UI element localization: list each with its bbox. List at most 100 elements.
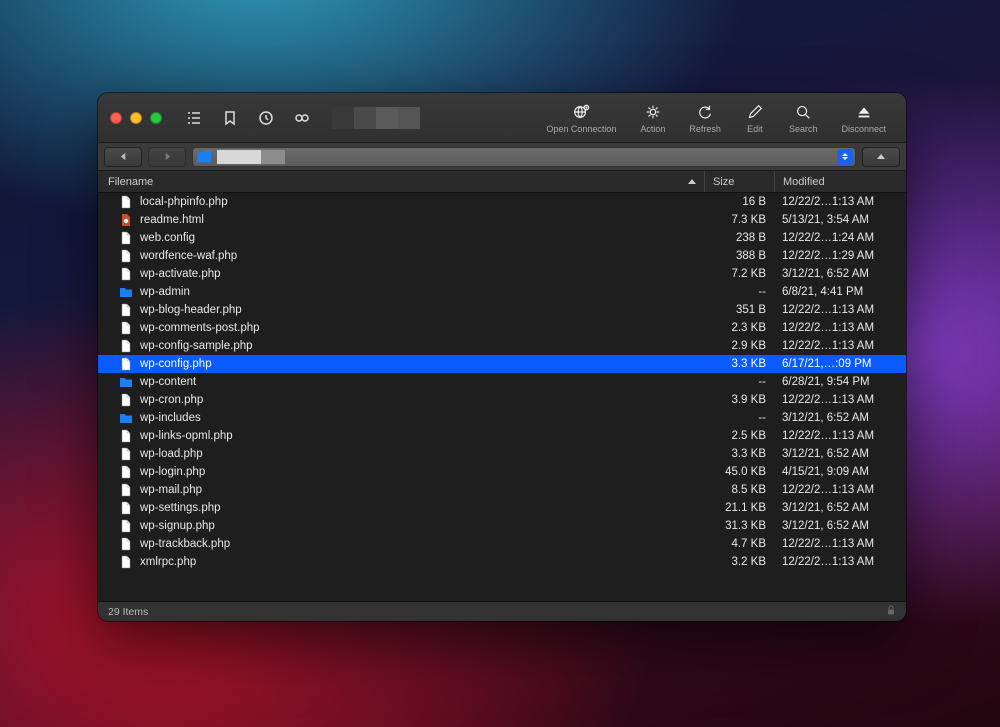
file-row[interactable]: wordfence-waf.php388 B12/22/2…1:29 AM [98,247,906,265]
file-row[interactable]: wp-links-opml.php2.5 KB12/22/2…1:13 AM [98,427,906,445]
file-name: wordfence-waf.php [140,250,704,262]
action-button[interactable]: Action [632,102,673,134]
lock-icon [886,605,896,618]
folder-icon [197,151,211,163]
outline-view-icon[interactable] [180,105,208,131]
file-name: xmlrpc.php [140,556,704,568]
close-button[interactable] [110,112,122,124]
zoom-button[interactable] [150,112,162,124]
forward-button[interactable] [148,147,186,167]
file-row[interactable]: local-phpinfo.php16 B12/22/2…1:13 AM [98,193,906,211]
file-row[interactable]: wp-config.php3.3 KB6/17/21,…:09 PM [98,355,906,373]
file-size: -- [704,286,774,298]
file-row[interactable]: wp-comments-post.php2.3 KB12/22/2…1:13 A… [98,319,906,337]
file-name: wp-blog-header.php [140,304,704,316]
disconnect-label: Disconnect [841,124,886,134]
search-label: Search [789,124,818,134]
open-connection-label: Open Connection [546,124,616,134]
file-row[interactable]: wp-mail.php8.5 KB12/22/2…1:13 AM [98,481,906,499]
file-modified: 12/22/2…1:24 AM [774,232,906,244]
file-row[interactable]: wp-config-sample.php2.9 KB12/22/2…1:13 A… [98,337,906,355]
search-button[interactable]: Search [781,102,826,134]
file-size: 8.5 KB [704,484,774,496]
column-headers: Filename Size Modified [98,171,906,193]
path-field[interactable] [192,147,856,167]
eject-icon [854,102,874,122]
file-icon [118,357,134,371]
file-row[interactable]: web.config238 B12/22/2…1:24 AM [98,229,906,247]
open-connection-button[interactable]: Open Connection [538,102,624,134]
file-modified: 12/22/2…1:13 AM [774,394,906,406]
file-name: wp-trackback.php [140,538,704,550]
bookmarks-icon[interactable] [216,105,244,131]
file-name: web.config [140,232,704,244]
bonjour-icon[interactable] [288,105,316,131]
header-modified[interactable]: Modified [774,171,906,192]
file-row[interactable]: wp-login.php45.0 KB4/15/21, 9:09 AM [98,463,906,481]
folder-icon [118,285,134,299]
file-name: wp-content [140,376,704,388]
edit-button[interactable]: Edit [737,102,773,134]
folder-icon [118,375,134,389]
file-name: wp-config-sample.php [140,340,704,352]
file-modified: 4/15/21, 9:09 AM [774,466,906,478]
file-modified: 12/22/2…1:13 AM [774,538,906,550]
file-icon [118,339,134,353]
status-bar: 29 Items [98,601,906,621]
file-icon [118,321,134,335]
file-size: 21.1 KB [704,502,774,514]
pencil-icon [745,102,765,122]
file-row[interactable]: wp-signup.php31.3 KB3/12/21, 6:52 AM [98,517,906,535]
file-row[interactable]: wp-load.php3.3 KB3/12/21, 6:52 AM [98,445,906,463]
history-icon[interactable] [252,105,280,131]
file-icon [118,267,134,281]
header-filename[interactable]: Filename [108,176,704,188]
file-icon [118,195,134,209]
file-row[interactable]: wp-includes--3/12/21, 6:52 AM [98,409,906,427]
header-filename-label: Filename [108,176,153,188]
file-icon [118,501,134,515]
file-size: -- [704,412,774,424]
file-modified: 6/28/21, 9:54 PM [774,376,906,388]
file-size: 2.9 KB [704,340,774,352]
refresh-icon [695,102,715,122]
file-name: wp-mail.php [140,484,704,496]
file-modified: 12/22/2…1:13 AM [774,304,906,316]
file-row[interactable]: wp-activate.php7.2 KB3/12/21, 6:52 AM [98,265,906,283]
refresh-label: Refresh [689,124,721,134]
file-name: wp-activate.php [140,268,704,280]
file-modified: 3/12/21, 6:52 AM [774,502,906,514]
minimize-button[interactable] [130,112,142,124]
file-row[interactable]: wp-settings.php21.1 KB3/12/21, 6:52 AM [98,499,906,517]
file-icon [118,465,134,479]
file-icon [118,303,134,317]
path-dropdown-icon[interactable] [837,149,853,165]
file-row[interactable]: wp-cron.php3.9 KB12/22/2…1:13 AM [98,391,906,409]
file-name: wp-load.php [140,448,704,460]
file-icon [118,249,134,263]
file-row[interactable]: xmlrpc.php3.2 KB12/22/2…1:13 AM [98,553,906,571]
gear-icon [643,102,663,122]
file-row[interactable]: readme.html7.3 KB5/13/21, 3:54 AM [98,211,906,229]
file-modified: 5/13/21, 3:54 AM [774,214,906,226]
file-row[interactable]: wp-content--6/28/21, 9:54 PM [98,373,906,391]
title-redacted [332,107,420,129]
file-name: wp-admin [140,286,704,298]
header-size[interactable]: Size [704,171,774,192]
file-row[interactable]: wp-trackback.php4.7 KB12/22/2…1:13 AM [98,535,906,553]
file-size: 3.3 KB [704,448,774,460]
file-name: wp-config.php [140,358,704,370]
action-label: Action [640,124,665,134]
refresh-button[interactable]: Refresh [681,102,729,134]
disconnect-button[interactable]: Disconnect [833,102,894,134]
file-modified: 12/22/2…1:13 AM [774,340,906,352]
file-list[interactable]: local-phpinfo.php16 B12/22/2…1:13 AMread… [98,193,906,601]
file-row[interactable]: wp-admin--6/8/21, 4:41 PM [98,283,906,301]
file-size: 45.0 KB [704,466,774,478]
edit-label: Edit [747,124,763,134]
file-row[interactable]: wp-blog-header.php351 B12/22/2…1:13 AM [98,301,906,319]
file-size: 3.9 KB [704,394,774,406]
file-size: 3.3 KB [704,358,774,370]
up-button[interactable] [862,147,900,167]
back-button[interactable] [104,147,142,167]
